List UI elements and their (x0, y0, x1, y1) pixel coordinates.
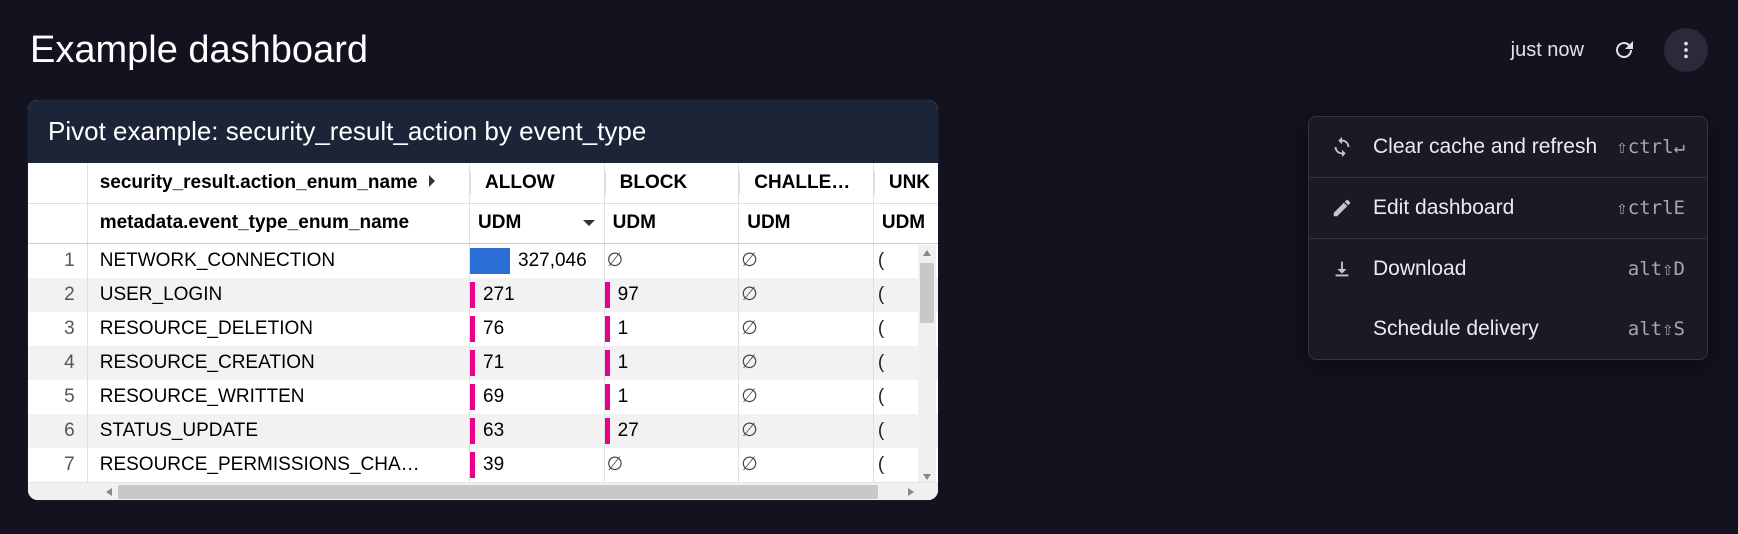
menu-item-download[interactable]: Download alt⇧D (1309, 239, 1707, 299)
header-actions: just now (1511, 28, 1708, 72)
measure-header-block[interactable]: UDM (604, 203, 739, 243)
measure-header-unknown[interactable]: UDM (873, 203, 938, 243)
shortcut: alt⇧S (1628, 318, 1685, 340)
shortcut: ⇧ctrlE (1616, 197, 1685, 219)
download-icon (1331, 258, 1359, 280)
horizontal-scrollbar-thumb[interactable] (118, 485, 878, 499)
more-menu-button[interactable] (1664, 28, 1708, 72)
col-header-allow[interactable]: ALLOW (470, 163, 605, 203)
scroll-right-icon[interactable] (902, 483, 920, 500)
pivot-table-container: security_result.action_enum_name ALLOW B… (28, 163, 938, 500)
refresh-timestamp: just now (1511, 39, 1584, 62)
menu-item-edit-dashboard[interactable]: Edit dashboard ⇧ctrlE (1309, 178, 1707, 238)
shortcut: alt⇧D (1628, 258, 1685, 280)
panel-title: Pivot example: security_result_action by… (28, 100, 938, 163)
col-index-header (28, 163, 87, 203)
refresh-button[interactable] (1602, 28, 1646, 72)
shortcut: ⇧ctrl↵ (1616, 136, 1685, 158)
scroll-up-icon[interactable] (918, 245, 936, 261)
table-column-header-row: security_result.action_enum_name ALLOW B… (28, 163, 938, 203)
dashboard-header: Example dashboard just now (0, 0, 1738, 82)
table-measure-header-row: metadata.event_type_enum_name UDM UDM UD… (28, 203, 938, 243)
row-field-header[interactable]: metadata.event_type_enum_name (87, 203, 469, 243)
table-row[interactable]: 1NETWORK_CONNECTION327,046∅∅( (28, 243, 938, 278)
chevron-right-icon (427, 172, 437, 194)
pencil-icon (1331, 197, 1359, 219)
col-header-unknown[interactable]: UNK (873, 163, 938, 203)
page-title: Example dashboard (30, 29, 1511, 72)
refresh-icon (1612, 38, 1636, 62)
more-vertical-icon (1675, 39, 1697, 61)
menu-item-clear-cache-refresh[interactable]: Clear cache and refresh ⇧ctrl↵ (1309, 117, 1707, 177)
table-row[interactable]: 7RESOURCE_PERMISSIONS_CHA…39∅∅( (28, 448, 938, 482)
table-row[interactable]: 3RESOURCE_DELETION761∅( (28, 312, 938, 346)
table-row[interactable]: 5RESOURCE_WRITTEN691∅( (28, 380, 938, 414)
scroll-left-icon[interactable] (100, 483, 118, 500)
measure-header-challenge[interactable]: UDM (739, 203, 874, 243)
col-header-challenge[interactable]: CHALLE… (739, 163, 874, 203)
table-row[interactable]: 4RESOURCE_CREATION711∅( (28, 346, 938, 380)
vertical-scrollbar-thumb[interactable] (920, 263, 934, 323)
horizontal-scrollbar[interactable] (28, 482, 938, 500)
dashboard-context-menu: Clear cache and refresh ⇧ctrl↵ Edit dash… (1308, 116, 1708, 360)
chevron-down-icon (582, 212, 596, 234)
measure-header-allow[interactable]: UDM (470, 203, 605, 243)
menu-item-schedule-delivery[interactable]: Schedule delivery alt⇧S (1309, 299, 1707, 359)
refresh-sync-icon (1331, 136, 1359, 158)
pivot-field-header[interactable]: security_result.action_enum_name (87, 163, 469, 203)
pivot-table: security_result.action_enum_name ALLOW B… (28, 163, 938, 482)
table-row[interactable]: 2USER_LOGIN27197∅( (28, 278, 938, 312)
col-header-block[interactable]: BLOCK (604, 163, 739, 203)
table-row[interactable]: 6STATUS_UPDATE6327∅( (28, 414, 938, 448)
pivot-panel: Pivot example: security_result_action by… (28, 100, 938, 500)
vertical-scrollbar[interactable] (918, 245, 936, 485)
